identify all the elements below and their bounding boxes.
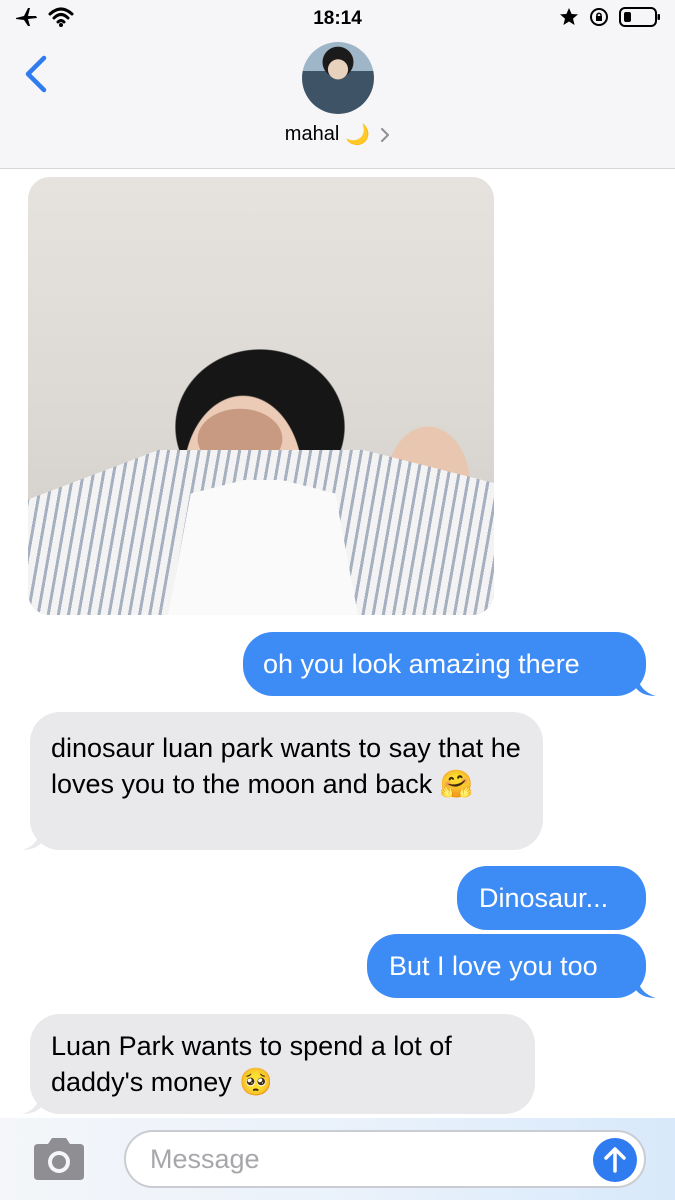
- contact-name: mahal: [284, 123, 340, 145]
- status-bar: 18:14: [0, 0, 675, 36]
- camera-button[interactable]: [30, 1136, 88, 1182]
- message-received[interactable]: Luan Park wants to spend a lot of daddy'…: [30, 1014, 535, 1114]
- back-button[interactable]: [20, 54, 56, 94]
- chevron-right-icon: [381, 127, 390, 142]
- message-sent[interactable]: But I love you too: [367, 934, 646, 998]
- message-sent[interactable]: oh you look amazing there: [243, 632, 646, 696]
- bubble-tail: [636, 674, 656, 696]
- send-arrow-icon: [604, 1147, 626, 1173]
- star-icon: [559, 7, 579, 27]
- message-composer: [0, 1118, 675, 1200]
- bubble-tail: [636, 976, 656, 998]
- battery-icon: [619, 6, 661, 28]
- camera-icon: [34, 1138, 84, 1180]
- orientation-lock-icon: [589, 7, 609, 27]
- photo-tshirt: [168, 480, 358, 615]
- moon-emoji: 🌙: [345, 124, 371, 146]
- back-chevron-icon: [25, 55, 47, 93]
- send-button[interactable]: [593, 1138, 637, 1182]
- bubble-tail: [22, 1092, 42, 1114]
- received-photo[interactable]: [28, 177, 494, 615]
- contact-name-row[interactable]: mahal 🌙: [0, 122, 675, 147]
- message-input[interactable]: [124, 1130, 646, 1188]
- message-sent[interactable]: Dinosaur...: [457, 866, 646, 930]
- contact-avatar[interactable]: [302, 42, 374, 114]
- message-received[interactable]: dinosaur luan park wants to say that he …: [30, 712, 543, 850]
- bubble-tail: [22, 828, 42, 850]
